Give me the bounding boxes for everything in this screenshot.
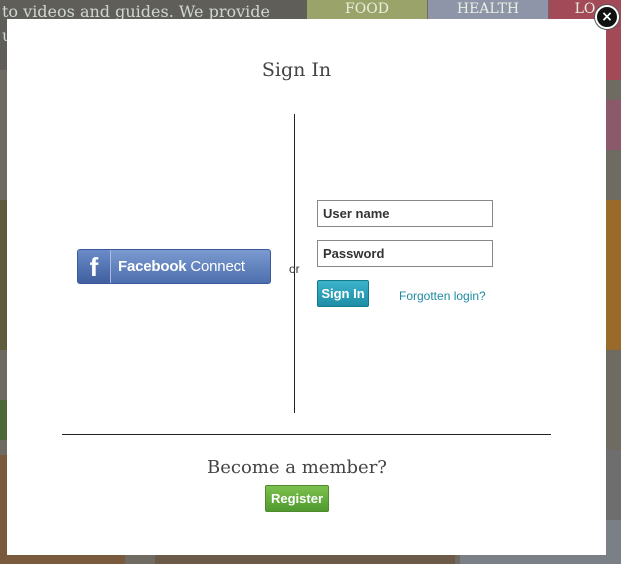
background-image — [606, 200, 621, 350]
facebook-connect-button[interactable]: f Facebook Connect — [77, 249, 271, 284]
register-button[interactable]: Register — [265, 485, 329, 512]
nav-health-label: HEALTH — [456, 1, 520, 17]
username-input[interactable] — [317, 200, 493, 227]
sign-in-button[interactable]: Sign In — [317, 280, 369, 307]
nav-food-label: FOOD — [345, 1, 389, 17]
facebook-brand-label: Facebook — [118, 258, 187, 275]
or-separator-label: or — [289, 262, 300, 276]
become-member-heading: Become a member? — [207, 457, 387, 478]
facebook-connect-label: Facebook Connect — [118, 250, 245, 283]
sign-in-modal: Sign In f Facebook Connect or Sign In Fo… — [7, 19, 606, 555]
horizontal-divider — [62, 434, 551, 435]
background-image — [606, 450, 621, 520]
close-icon[interactable]: × — [595, 5, 619, 29]
forgotten-login-link[interactable]: Forgotten login? — [399, 289, 486, 303]
background-image — [606, 100, 621, 150]
facebook-icon: f — [78, 250, 111, 283]
facebook-action-label: Connect — [190, 258, 245, 275]
nav-lo-label: LO — [574, 1, 596, 17]
password-input[interactable] — [317, 240, 493, 267]
modal-title: Sign In — [261, 59, 332, 81]
